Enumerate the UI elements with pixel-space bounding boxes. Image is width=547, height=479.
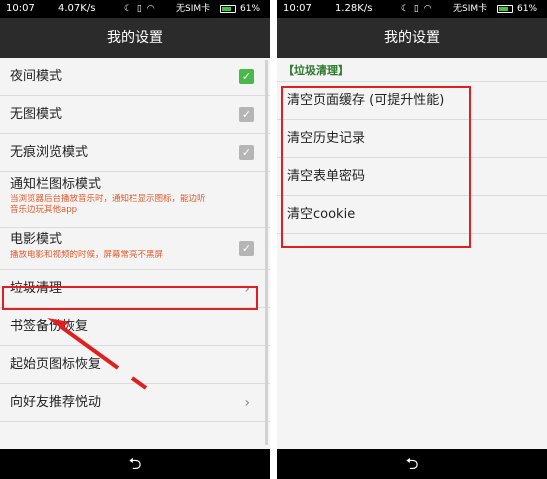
status-bar: 10:07 1.28K/s ☾ ▯ ◠ 无SIM卡 61% — [277, 0, 547, 18]
right-phone-screen: 10:07 1.28K/s ☾ ▯ ◠ 无SIM卡 61% 我的设置 【垃圾清理… — [277, 0, 547, 479]
status-time: 10:07 — [283, 3, 312, 14]
status-sim: 无SIM卡 — [453, 4, 488, 14]
back-icon[interactable]: ⮌ — [406, 454, 419, 473]
nav-bar: ⮌ — [277, 449, 547, 479]
left-phone-screen: 10:07 4.07K/s ☾ ▯ ◠ 无SIM卡 61% 我的设置 夜间模式 … — [0, 0, 270, 479]
annotation-highlight-box — [281, 86, 471, 248]
battery-icon — [497, 5, 513, 13]
nav-bar: ⮌ — [0, 449, 270, 479]
status-icons: ☾ ▯ ◠ — [401, 4, 433, 14]
status-battery: 61% — [517, 4, 538, 14]
status-net-speed: 1.28K/s — [335, 3, 373, 14]
page-title: 我的设置 — [277, 18, 547, 58]
back-icon[interactable]: ⮌ — [129, 454, 142, 473]
section-header-junk-clean: 【垃圾清理】 — [277, 60, 547, 82]
annotation-arrow — [47, 318, 148, 390]
